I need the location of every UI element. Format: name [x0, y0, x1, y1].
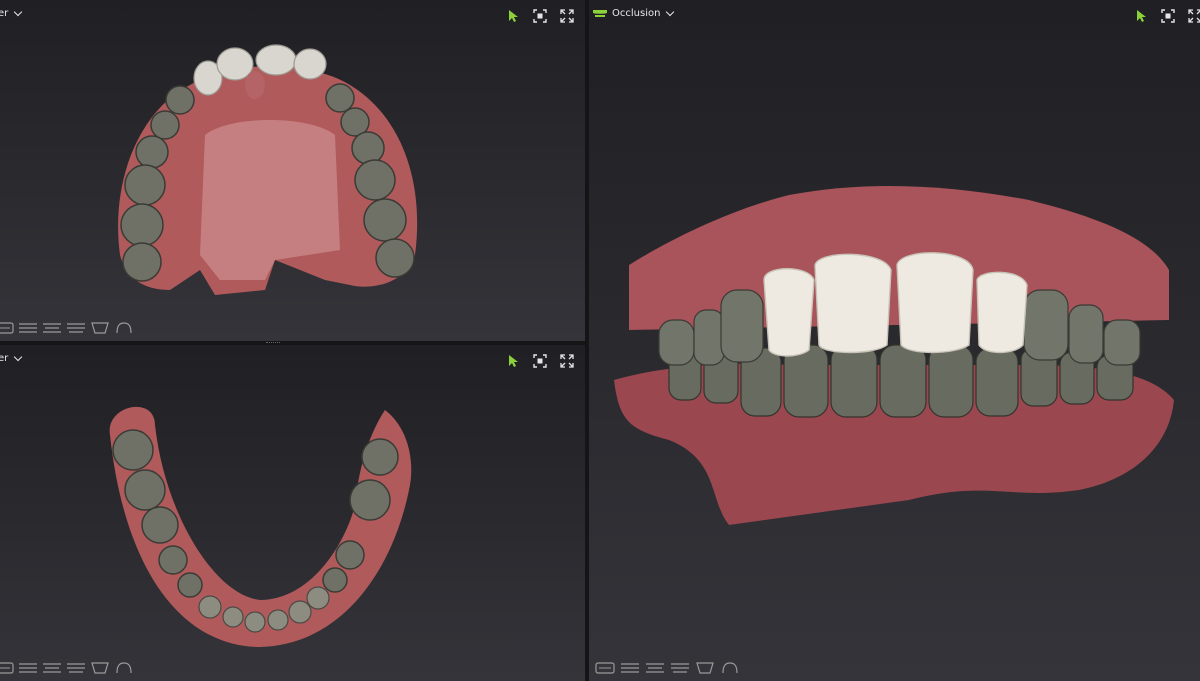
fit-view-icon[interactable]	[533, 9, 547, 23]
select-arrow-icon[interactable]	[1134, 9, 1148, 23]
viewport-title-dropdown[interactable]: Occlusion	[592, 7, 675, 19]
side-view-icon[interactable]	[670, 661, 690, 675]
side-view-icon[interactable]	[66, 661, 86, 675]
lower-view-icon[interactable]	[645, 661, 665, 675]
jaw-outline-icon[interactable]	[114, 661, 134, 675]
chevron-down-icon	[14, 7, 23, 17]
jaw-outline-icon[interactable]	[720, 661, 740, 675]
viewport-title-dropdown[interactable]: er	[0, 352, 23, 364]
viewport-upper-jaw[interactable]: er	[0, 0, 585, 341]
fullscreen-icon[interactable]	[560, 9, 574, 23]
upper-view-icon[interactable]	[620, 661, 640, 675]
jaw-front-icon[interactable]	[695, 661, 715, 675]
viewport-title: Occlusion	[612, 8, 661, 19]
upper-view-icon[interactable]	[18, 321, 38, 335]
front-view-icon[interactable]	[0, 321, 14, 335]
front-view-icon[interactable]	[0, 661, 14, 675]
jaw-outline-icon[interactable]	[114, 321, 134, 335]
viewport-title: er	[0, 353, 9, 364]
viewport-lower-jaw[interactable]: er	[0, 345, 585, 681]
lower-view-icon[interactable]	[42, 661, 62, 675]
viewport-occlusion[interactable]: Occlusion	[589, 0, 1200, 681]
side-view-icon[interactable]	[66, 321, 86, 335]
jaw-front-icon[interactable]	[90, 321, 110, 335]
select-arrow-icon[interactable]	[506, 354, 520, 368]
fit-view-icon[interactable]	[533, 354, 547, 368]
lower-view-icon[interactable]	[42, 321, 62, 335]
front-view-icon[interactable]	[595, 661, 615, 675]
chevron-down-icon	[666, 7, 675, 17]
jaw-front-icon[interactable]	[90, 661, 110, 675]
upper-jaw-scan[interactable]	[100, 40, 440, 310]
fullscreen-icon[interactable]	[560, 354, 574, 368]
viewport-title: er	[0, 8, 9, 19]
fit-view-icon[interactable]	[1161, 9, 1175, 23]
viewport-title-dropdown[interactable]: er	[0, 7, 23, 19]
select-arrow-icon[interactable]	[506, 9, 520, 23]
upper-view-icon[interactable]	[18, 661, 38, 675]
jaw-occlusion-icon	[593, 10, 607, 17]
lower-jaw-scan[interactable]	[95, 395, 425, 655]
chevron-down-icon	[14, 352, 23, 362]
occlusion-scan[interactable]	[609, 180, 1179, 540]
fullscreen-icon[interactable]	[1188, 9, 1200, 23]
